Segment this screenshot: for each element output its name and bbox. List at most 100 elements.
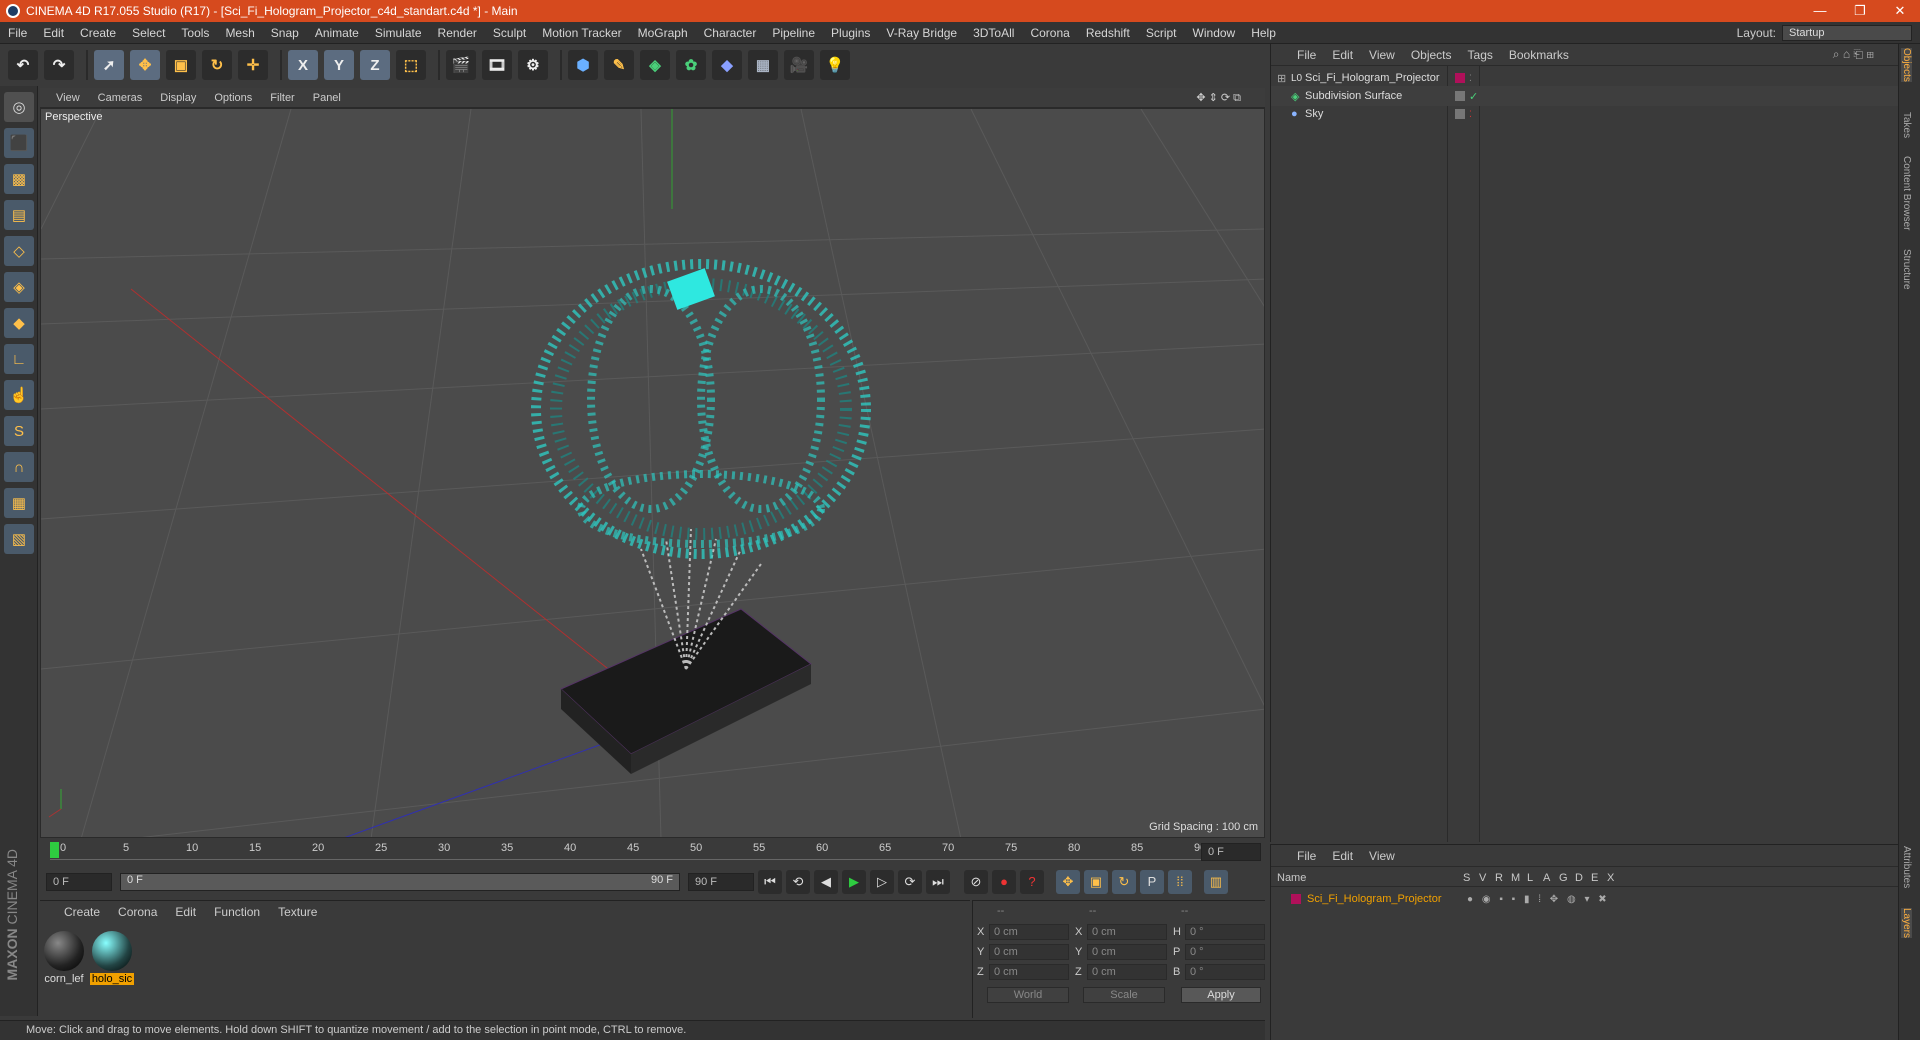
- tab-layers[interactable]: Layers: [1901, 908, 1912, 939]
- move-icon[interactable]: ✥: [130, 50, 160, 80]
- viewport-menu-filter[interactable]: Filter: [270, 92, 294, 104]
- x-axis-lock-icon[interactable]: X: [288, 50, 318, 80]
- layer-tag[interactable]: [1455, 109, 1465, 119]
- key-parameter-icon[interactable]: P: [1140, 870, 1164, 894]
- menu-3dtoall[interactable]: 3DToAll: [965, 26, 1022, 40]
- render-picture-viewer-icon[interactable]: 🎞: [482, 50, 512, 80]
- tab-takes[interactable]: Takes: [1901, 112, 1912, 138]
- menu-tools[interactable]: Tools: [173, 26, 217, 40]
- cube-icon[interactable]: ⬢: [568, 50, 598, 80]
- layer-flag-icons[interactable]: ● ◉ ▪ ▪ ▮ ⁞ ✥ ◍ ▾ ✖: [1467, 894, 1610, 905]
- material-menu-corona[interactable]: Corona: [118, 905, 157, 919]
- menu-file[interactable]: File: [0, 26, 35, 40]
- size-x-field[interactable]: 0 cm: [1087, 924, 1167, 940]
- viewport-menu-options[interactable]: Options: [214, 92, 252, 104]
- snap-icon[interactable]: ∩: [4, 452, 34, 482]
- material-swatch[interactable]: corn_lef: [42, 931, 86, 985]
- apply-button[interactable]: Apply: [1181, 987, 1261, 1003]
- viewport-navigation-icons[interactable]: ✥ ⇕ ⟳ ⧉: [1196, 91, 1241, 105]
- next-key-icon[interactable]: ⟳: [898, 870, 922, 894]
- model-mode-icon[interactable]: ⬛: [4, 128, 34, 158]
- menu-edit[interactable]: Edit: [35, 26, 72, 40]
- deformer-icon[interactable]: ◆: [712, 50, 742, 80]
- lock-workplane-icon[interactable]: ▦: [4, 488, 34, 518]
- restore-button[interactable]: ❐: [1840, 0, 1880, 22]
- floor-icon[interactable]: ▦: [748, 50, 778, 80]
- menu-vray-bridge[interactable]: V-Ray Bridge: [878, 26, 965, 40]
- menu-snap[interactable]: Snap: [263, 26, 307, 40]
- rotation-p-field[interactable]: 0 °: [1185, 944, 1265, 960]
- edges-mode-icon[interactable]: ◈: [4, 272, 34, 302]
- size-y-field[interactable]: 0 cm: [1087, 944, 1167, 960]
- next-frame-icon[interactable]: ▷: [870, 870, 894, 894]
- layer-color-swatch[interactable]: [1291, 894, 1301, 904]
- playhead-marker[interactable]: [50, 842, 59, 858]
- record-active-icon[interactable]: ●: [992, 870, 1016, 894]
- layout-select[interactable]: Startup: [1782, 25, 1912, 41]
- coordinate-system-icon[interactable]: ⬚: [396, 50, 426, 80]
- menu-sculpt[interactable]: Sculpt: [485, 26, 534, 40]
- tab-objects[interactable]: Objects: [1901, 48, 1912, 82]
- expand-toggle-icon[interactable]: ⊞: [1277, 72, 1291, 85]
- menu-mesh[interactable]: Mesh: [217, 26, 262, 40]
- menu-help[interactable]: Help: [1243, 26, 1284, 40]
- layer-tag[interactable]: [1455, 91, 1465, 101]
- tab-attributes[interactable]: Attributes: [1901, 846, 1912, 888]
- redo-icon[interactable]: ↷: [44, 50, 74, 80]
- menu-redshift[interactable]: Redshift: [1078, 26, 1138, 40]
- menu-render[interactable]: Render: [430, 26, 485, 40]
- object-row[interactable]: ⊞ L0 Sci_Fi_Hologram_Projector ⁚: [1271, 68, 1899, 88]
- menu-character[interactable]: Character: [696, 26, 765, 40]
- tab-content-browser[interactable]: Content Browser: [1901, 156, 1912, 230]
- axis-mode-icon[interactable]: ∟: [4, 344, 34, 374]
- menu-simulate[interactable]: Simulate: [367, 26, 430, 40]
- rotation-b-field[interactable]: 0 °: [1185, 964, 1265, 980]
- select-arrow-icon[interactable]: ➚: [94, 50, 124, 80]
- menu-motion-tracker[interactable]: Motion Tracker: [534, 26, 629, 40]
- om-menu-view[interactable]: View: [1369, 48, 1395, 62]
- camera-icon[interactable]: 🎥: [784, 50, 814, 80]
- viewport-menu-panel[interactable]: Panel: [313, 92, 341, 104]
- make-editable-icon[interactable]: ◎: [4, 92, 34, 122]
- object-row[interactable]: ● Sky ⁚: [1271, 104, 1899, 124]
- material-menu-create[interactable]: Create: [64, 905, 100, 919]
- previous-frame-icon[interactable]: ◀: [814, 870, 838, 894]
- scale-icon[interactable]: ▣: [166, 50, 196, 80]
- previous-key-icon[interactable]: ⟲: [786, 870, 810, 894]
- menu-select[interactable]: Select: [124, 26, 173, 40]
- menu-window[interactable]: Window: [1185, 26, 1244, 40]
- render-view-icon[interactable]: 🎬: [446, 50, 476, 80]
- lm-menu-edit[interactable]: Edit: [1332, 849, 1353, 863]
- key-scale-icon[interactable]: ▣: [1084, 870, 1108, 894]
- live-select-icon[interactable]: ✛: [238, 50, 268, 80]
- position-z-field[interactable]: 0 cm: [989, 964, 1069, 980]
- go-to-end-icon[interactable]: ⏭: [926, 870, 950, 894]
- planar-workplane-icon[interactable]: ▧: [4, 524, 34, 554]
- texture-mode-icon[interactable]: ▩: [4, 164, 34, 194]
- tweak-mode-icon[interactable]: ☝: [4, 380, 34, 410]
- current-frame-field[interactable]: 0 F: [1201, 843, 1261, 861]
- rotation-h-field[interactable]: 0 °: [1185, 924, 1265, 940]
- light-icon[interactable]: 💡: [820, 50, 850, 80]
- menu-mograph[interactable]: MoGraph: [630, 26, 696, 40]
- om-menu-edit[interactable]: Edit: [1332, 48, 1353, 62]
- visibility-dots-icon[interactable]: ⁚: [1469, 73, 1472, 84]
- end-frame-field[interactable]: 90 F: [688, 873, 754, 891]
- rotate-icon[interactable]: ↻: [202, 50, 232, 80]
- solo-icon[interactable]: S: [4, 416, 34, 446]
- timeline-window-icon[interactable]: ▥: [1204, 870, 1228, 894]
- y-axis-lock-icon[interactable]: Y: [324, 50, 354, 80]
- pen-spline-icon[interactable]: ✎: [604, 50, 634, 80]
- render-settings-icon[interactable]: ⚙: [518, 50, 548, 80]
- menu-corona[interactable]: Corona: [1022, 26, 1077, 40]
- viewport-menu-display[interactable]: Display: [160, 92, 196, 104]
- points-mode-icon[interactable]: ◇: [4, 236, 34, 266]
- layer-row[interactable]: Sci_Fi_Hologram_Projector ● ◉ ▪ ▪ ▮ ⁞ ✥ …: [1271, 889, 1899, 909]
- position-y-field[interactable]: 0 cm: [989, 944, 1069, 960]
- enabled-check-icon[interactable]: ✓: [1469, 90, 1478, 103]
- material-swatch-selected[interactable]: holo_sic: [90, 931, 134, 985]
- lm-menu-view[interactable]: View: [1369, 849, 1395, 863]
- minimize-button[interactable]: —: [1800, 0, 1840, 22]
- om-search-home-icons[interactable]: ⌕ ⌂ ⎗ ⊞: [1833, 47, 1874, 62]
- z-axis-lock-icon[interactable]: Z: [360, 50, 390, 80]
